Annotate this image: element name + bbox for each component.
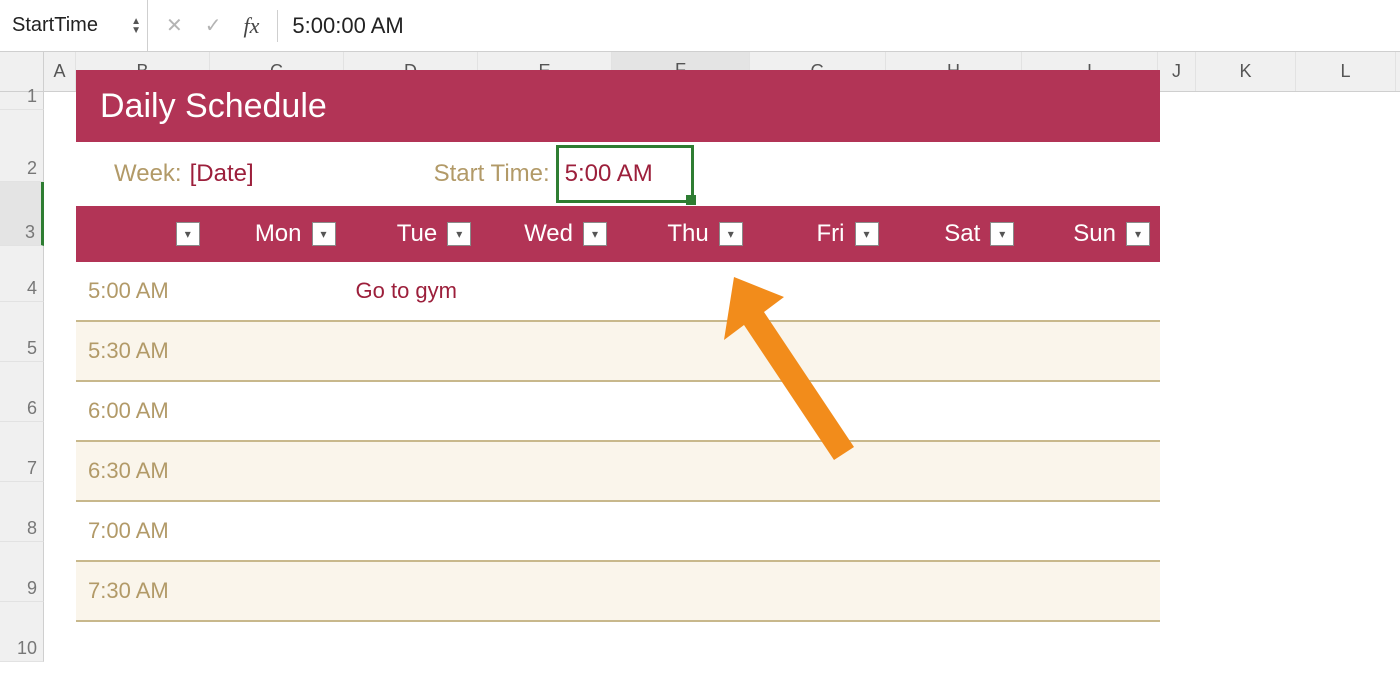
day-header-tue[interactable]: Tue ▾ xyxy=(346,206,482,262)
spreadsheet-grid: A B C D E F G H I J K L 1 2 3 4 5 6 7 8 … xyxy=(0,52,1400,662)
formula-bar-actions: ✕ ✓ fx xyxy=(148,13,277,39)
row-header-3[interactable]: 3 xyxy=(0,182,44,246)
row-header-9[interactable]: 9 xyxy=(0,542,44,602)
confirm-icon[interactable]: ✓ xyxy=(205,13,222,38)
row-header-4[interactable]: 4 xyxy=(0,246,44,302)
day-header-mon[interactable]: Mon ▾ xyxy=(210,206,346,262)
day-label: Fri xyxy=(817,220,845,248)
week-label: Week: xyxy=(114,160,182,188)
row-header-5[interactable]: 5 xyxy=(0,302,44,362)
row-header-7[interactable]: 7 xyxy=(0,422,44,482)
name-box[interactable]: StartTime xyxy=(12,14,98,37)
slot-time[interactable]: 6:00 AM xyxy=(76,398,210,424)
day-header-row: ▾ Mon ▾ Tue ▾ Wed ▾ Thu ▾ Fri ▾ Sat ▾ Su… xyxy=(76,206,1160,262)
day-label: Wed xyxy=(524,220,573,248)
col-header-A[interactable]: A xyxy=(44,52,76,91)
filter-dropdown-icon[interactable]: ▾ xyxy=(583,222,607,246)
chevron-down-icon[interactable]: ▼ xyxy=(131,26,141,35)
row-header-1[interactable]: 1 xyxy=(0,92,44,110)
slot-cell-tue[interactable]: Go to gym xyxy=(346,278,482,304)
slot-time[interactable]: 5:00 AM xyxy=(76,278,210,304)
col-header-J[interactable]: J xyxy=(1158,52,1196,91)
day-header-thu[interactable]: Thu ▾ xyxy=(617,206,753,262)
fx-icon[interactable]: fx xyxy=(244,13,260,39)
filter-dropdown-icon[interactable]: ▾ xyxy=(855,222,879,246)
day-header-sat[interactable]: Sat ▾ xyxy=(889,206,1025,262)
row-header-2[interactable]: 2 xyxy=(0,110,44,182)
slot-time[interactable]: 6:30 AM xyxy=(76,458,210,484)
col-header-K[interactable]: K xyxy=(1196,52,1296,91)
slot-row: 6:30 AM xyxy=(76,442,1160,502)
select-all-corner[interactable] xyxy=(0,52,44,91)
name-box-stepper[interactable]: ▲ ▼ xyxy=(131,17,141,35)
day-label: Tue xyxy=(397,220,437,248)
start-time-label: Start Time: xyxy=(434,160,550,188)
filter-dropdown-icon[interactable]: ▾ xyxy=(990,222,1014,246)
day-header-sun[interactable]: Sun ▾ xyxy=(1024,206,1160,262)
day-label: Thu xyxy=(667,220,708,248)
slot-row: 5:30 AM xyxy=(76,322,1160,382)
row-header-8[interactable]: 8 xyxy=(0,482,44,542)
filter-dropdown-icon[interactable]: ▾ xyxy=(312,222,336,246)
page-title: Daily Schedule xyxy=(100,87,327,126)
filter-dropdown-icon[interactable]: ▾ xyxy=(176,222,200,246)
day-header-wed[interactable]: Wed ▾ xyxy=(481,206,617,262)
filter-dropdown-icon[interactable]: ▾ xyxy=(1126,222,1150,246)
day-label: Sun xyxy=(1073,220,1116,248)
day-header-time-col: ▾ xyxy=(76,206,210,262)
row-header-6[interactable]: 6 xyxy=(0,362,44,422)
formula-bar: StartTime ▲ ▼ ✕ ✓ fx 5:00:00 AM xyxy=(0,0,1400,52)
meta-row: Week: [Date] Start Time: 5:00 AM xyxy=(76,142,1160,206)
day-label: Mon xyxy=(255,220,302,248)
row-header-10[interactable]: 10 xyxy=(0,602,44,662)
day-header-fri[interactable]: Fri ▾ xyxy=(753,206,889,262)
slot-time[interactable]: 7:00 AM xyxy=(76,518,210,544)
slot-row: 7:00 AM xyxy=(76,502,1160,562)
week-value[interactable]: [Date] xyxy=(190,160,254,188)
selection-handle[interactable] xyxy=(686,195,696,205)
time-slots: 5:00 AM Go to gym 5:30 AM 6:00 AM 6:30 A… xyxy=(76,262,1160,622)
slot-row: 6:00 AM xyxy=(76,382,1160,442)
slot-time[interactable]: 5:30 AM xyxy=(76,338,210,364)
slot-row: 7:30 AM xyxy=(76,562,1160,622)
filter-dropdown-icon[interactable]: ▾ xyxy=(447,222,471,246)
slot-row: 5:00 AM Go to gym xyxy=(76,262,1160,322)
title-banner: Daily Schedule xyxy=(76,70,1160,142)
name-box-container: StartTime ▲ ▼ xyxy=(0,0,148,52)
day-label: Sat xyxy=(944,220,980,248)
formula-bar-value[interactable]: 5:00:00 AM xyxy=(278,13,403,39)
cancel-icon[interactable]: ✕ xyxy=(166,13,183,38)
col-header-L[interactable]: L xyxy=(1296,52,1396,91)
slot-time[interactable]: 7:30 AM xyxy=(76,578,210,604)
start-time-value: 5:00 AM xyxy=(565,160,653,188)
start-time-cell[interactable]: 5:00 AM xyxy=(556,145,694,203)
filter-dropdown-icon[interactable]: ▾ xyxy=(719,222,743,246)
